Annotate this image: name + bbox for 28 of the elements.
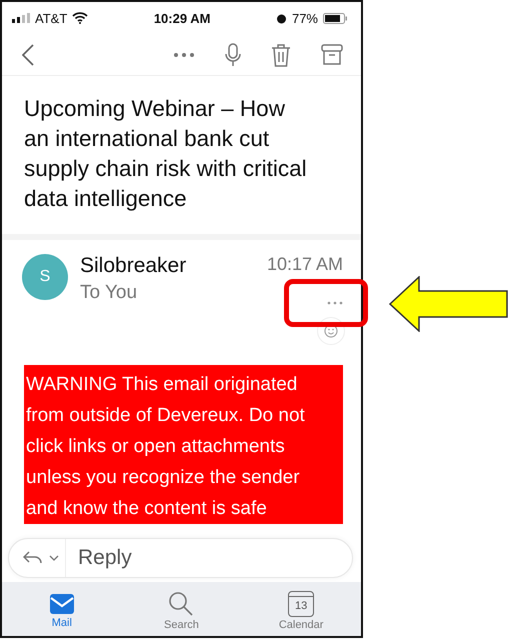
trash-icon[interactable]	[271, 42, 291, 66]
reply-icon	[23, 551, 43, 565]
status-time: 10:29 AM	[154, 10, 210, 26]
chevron-down-icon	[49, 555, 59, 561]
sender-avatar: S	[22, 254, 68, 300]
calendar-day: 13	[289, 597, 314, 615]
wifi-icon	[72, 12, 88, 24]
tab-bar-item[interactable]: Search	[146, 591, 216, 631]
archive-icon[interactable]	[321, 44, 343, 66]
search-icon	[168, 591, 194, 617]
tab-bar-item[interactable]: 13 Calendar	[266, 591, 336, 631]
more-icon[interactable]	[327, 301, 343, 305]
sender-name: Silobreaker	[80, 254, 188, 278]
signal-icon	[12, 13, 30, 23]
more-icon[interactable]	[173, 52, 195, 58]
external-email-warning: WARNING This email originated from outside of Devereux. Do not click links or open attachments unless you recognize the sender and know the content is safe	[24, 365, 343, 524]
reply-box[interactable]: Reply	[8, 538, 353, 578]
back-icon[interactable]	[22, 44, 34, 66]
reply-field[interactable]: Reply	[65, 539, 352, 577]
carrier-name: AT&T	[35, 10, 68, 26]
microphone-icon[interactable]	[225, 42, 241, 66]
mail-icon	[48, 593, 75, 615]
recipient-label: To You	[80, 282, 138, 304]
tab-bar-item[interactable]: Mail	[26, 593, 97, 629]
smiley-icon	[324, 324, 338, 338]
battery-icon	[323, 12, 347, 24]
battery-percent: 77%	[292, 10, 318, 26]
email-time: 10:17 AM	[266, 254, 343, 275]
